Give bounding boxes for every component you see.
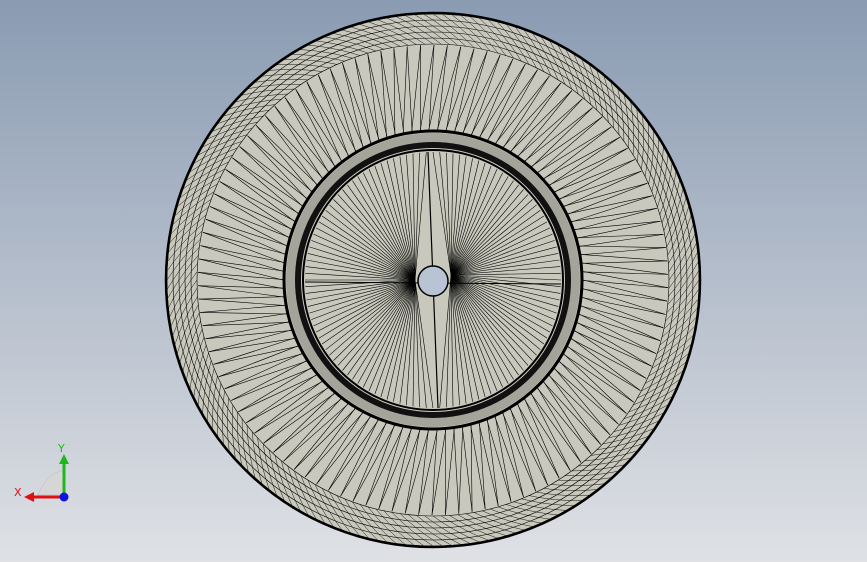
axis-triad: X Y [14,442,69,502]
triad-plane-wedge [37,469,65,496]
x-axis-label: X [14,486,22,499]
hub-hole [417,265,449,297]
y-axis-label: Y [57,442,65,455]
tire-model[interactable] [164,11,702,549]
x-axis-arrowhead [24,492,34,502]
y-axis-arrowhead [59,454,69,464]
graphics-viewport[interactable]: X Y [0,0,867,562]
model-view[interactable] [0,0,867,562]
z-axis-dot [59,492,69,502]
